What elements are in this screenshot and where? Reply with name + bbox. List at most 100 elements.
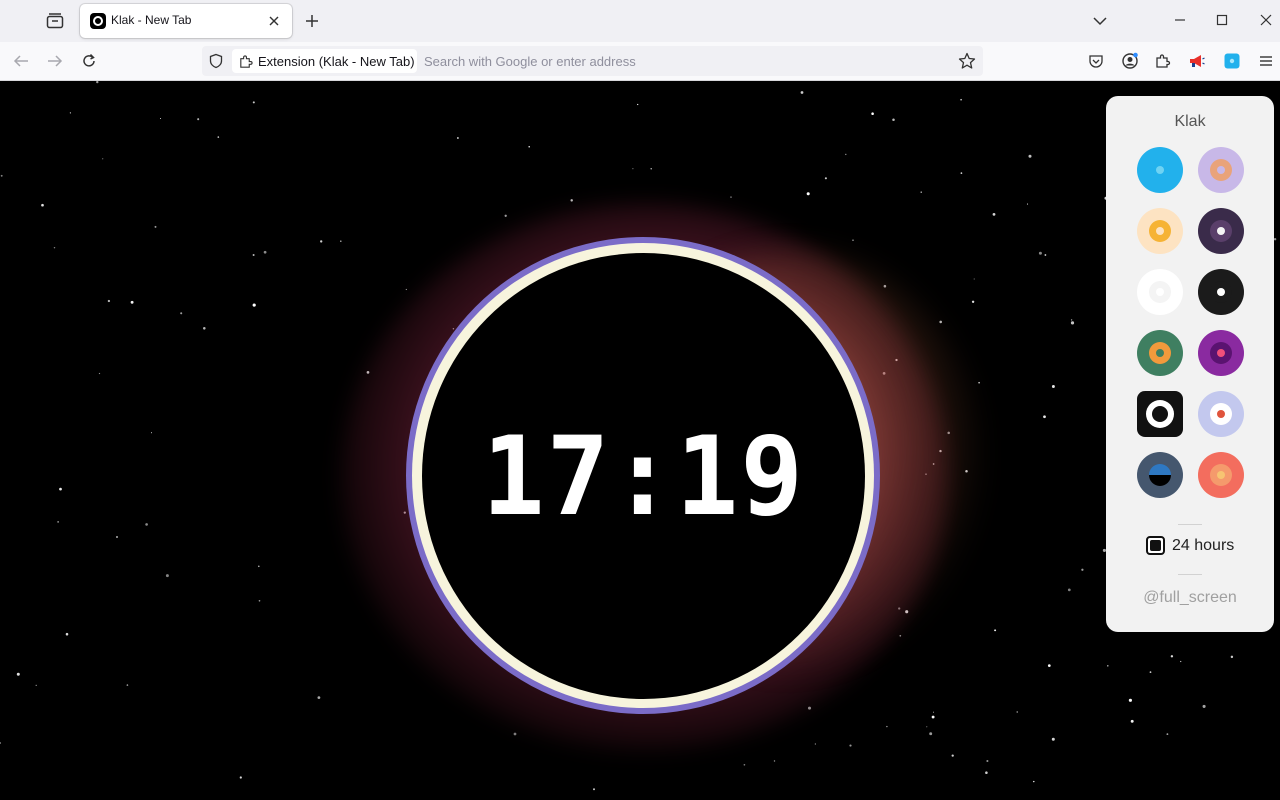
star <box>939 320 942 324</box>
puzzle-piece-icon <box>240 54 253 68</box>
theme-button-black[interactable] <box>1198 269 1244 315</box>
hours-checkbox[interactable] <box>1146 536 1165 555</box>
theme-ring-icon <box>1210 220 1232 242</box>
star <box>53 246 56 249</box>
star <box>0 174 3 177</box>
url-bar[interactable]: Extension (Klak - New Tab) <box>202 46 983 76</box>
star <box>35 684 37 687</box>
star <box>929 732 933 736</box>
megaphone-extension-button[interactable] <box>1185 47 1209 75</box>
star <box>1230 655 1234 659</box>
star <box>1128 698 1132 702</box>
theme-button-slate[interactable] <box>1137 452 1183 498</box>
star <box>1166 733 1169 736</box>
star <box>340 240 342 242</box>
star <box>107 299 111 303</box>
theme-button-cyan[interactable] <box>1137 147 1183 193</box>
star <box>871 112 874 115</box>
star <box>457 137 459 139</box>
star <box>217 136 220 138</box>
star <box>650 168 652 170</box>
theme-button-purple[interactable] <box>1198 330 1244 376</box>
star <box>252 254 255 256</box>
star <box>239 776 242 779</box>
new-tab-page: 17:19 Klak 24 hours @full_screen <box>0 81 1280 800</box>
theme-button-periwinkle[interactable] <box>1198 391 1244 437</box>
theme-button-plum[interactable] <box>1198 208 1244 254</box>
star <box>824 177 827 180</box>
klak-settings-panel: Klak 24 hours @full_screen <box>1106 96 1274 632</box>
account-button[interactable] <box>1118 47 1142 75</box>
star <box>203 327 206 330</box>
tab-klak[interactable]: Klak - New Tab <box>80 4 292 38</box>
star <box>252 101 255 104</box>
star <box>116 536 118 538</box>
extensions-button[interactable] <box>1151 47 1175 75</box>
divider <box>1178 524 1202 525</box>
window-minimize-button[interactable] <box>1166 6 1194 34</box>
star <box>263 250 267 254</box>
back-button[interactable] <box>6 47 36 75</box>
theme-ring-icon <box>1210 403 1232 425</box>
identity-box[interactable]: Extension (Klak - New Tab) <box>232 49 417 73</box>
theme-button-peach[interactable] <box>1137 208 1183 254</box>
theme-button-target[interactable] <box>1137 391 1183 437</box>
theme-button-lavender[interactable] <box>1198 147 1244 193</box>
list-all-tabs-button[interactable] <box>1086 7 1114 35</box>
star <box>986 759 989 763</box>
star <box>41 203 44 207</box>
firefox-view-icon <box>46 13 64 29</box>
star <box>258 565 260 568</box>
address-input[interactable] <box>424 50 944 72</box>
theme-ring-icon <box>1149 342 1171 364</box>
star <box>800 91 804 94</box>
tab-close-icon[interactable] <box>266 13 282 29</box>
extensions-puzzle-icon <box>1156 54 1171 68</box>
star <box>1130 719 1134 723</box>
clock-face: 17:19 <box>422 253 865 699</box>
star <box>978 381 980 384</box>
star <box>1038 251 1042 255</box>
star <box>814 743 816 745</box>
navigation-toolbar: Extension (Klak - New Tab) <box>0 42 1280 81</box>
star <box>632 168 634 170</box>
star <box>197 118 200 121</box>
theme-ring-icon <box>1149 220 1171 242</box>
star <box>926 726 928 728</box>
forward-button[interactable] <box>40 47 70 75</box>
star <box>1202 704 1206 708</box>
klak-extension-button[interactable] <box>1220 47 1244 75</box>
hours-toggle[interactable]: 24 hours <box>1146 536 1234 555</box>
fullscreen-link[interactable]: @full_screen <box>1106 589 1274 607</box>
theme-button-white[interactable] <box>1137 269 1183 315</box>
theme-ring-icon <box>1149 159 1171 181</box>
star <box>96 81 99 84</box>
hamburger-menu-icon <box>1260 56 1272 66</box>
star <box>773 760 776 762</box>
window-maximize-button[interactable] <box>1208 6 1236 34</box>
pocket-icon <box>1089 55 1103 68</box>
star <box>1180 660 1182 663</box>
theme-button-coral[interactable] <box>1198 452 1244 498</box>
panel-title: Klak <box>1174 113 1206 130</box>
star <box>252 303 256 307</box>
bookmark-star-icon[interactable] <box>958 52 976 70</box>
star <box>98 372 101 375</box>
star <box>932 711 935 713</box>
star <box>570 199 573 202</box>
app-menu-button[interactable] <box>1254 47 1278 75</box>
account-icon <box>1122 52 1138 69</box>
reload-button[interactable] <box>74 47 104 75</box>
star <box>405 288 407 291</box>
star <box>528 145 530 148</box>
pocket-button[interactable] <box>1084 47 1108 75</box>
star <box>145 523 148 526</box>
tracking-protection-shield-icon[interactable] <box>208 53 224 69</box>
new-tab-button[interactable] <box>298 7 326 35</box>
divider <box>1178 574 1202 575</box>
window-close-button[interactable] <box>1252 6 1280 34</box>
firefox-view-button[interactable] <box>40 7 70 35</box>
star <box>1026 203 1029 205</box>
star <box>504 214 507 217</box>
theme-button-green[interactable] <box>1137 330 1183 376</box>
